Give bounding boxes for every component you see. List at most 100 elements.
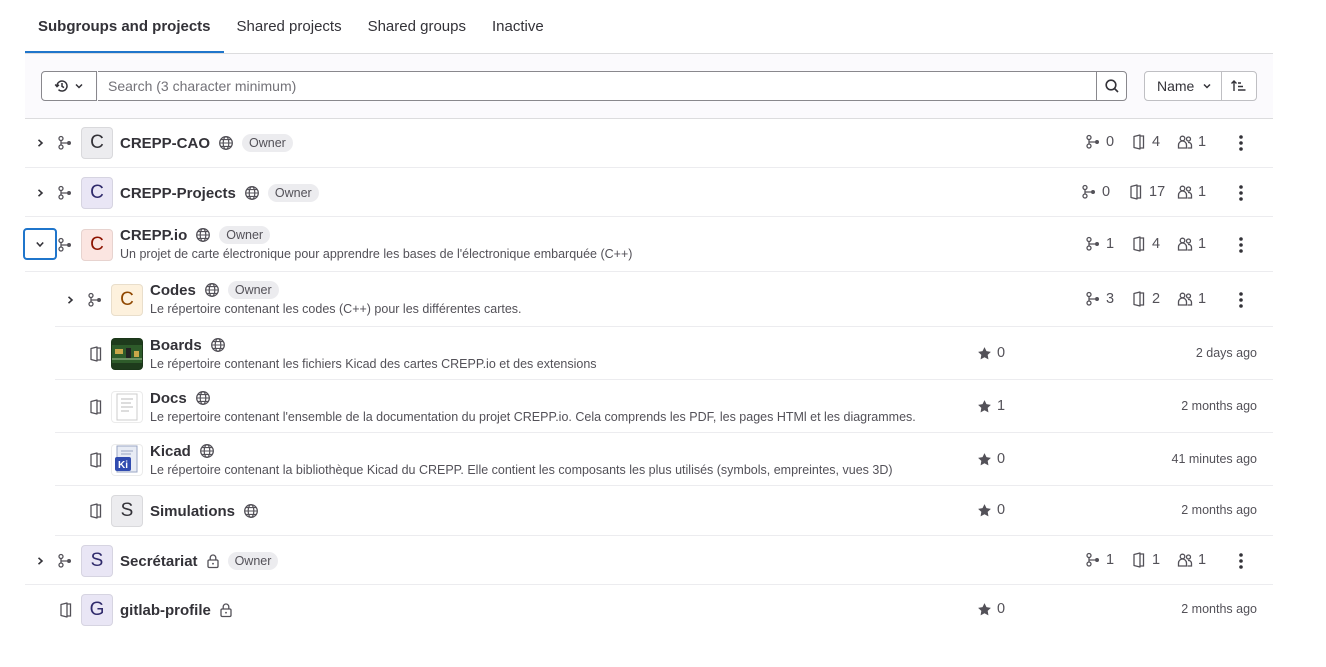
- chevron-right-icon: [35, 138, 45, 148]
- projects-count: 4: [1131, 134, 1160, 150]
- sort-dropdown[interactable]: Name: [1144, 71, 1222, 101]
- avatar[interactable]: S: [81, 545, 113, 577]
- group-row-secr-tariat: S Secrétariat Owner 1 1 1: [25, 536, 1273, 585]
- item-name-link[interactable]: Secrétariat: [120, 553, 198, 570]
- avatar[interactable]: Ki: [111, 444, 143, 476]
- star-count: 0: [977, 451, 1005, 467]
- avatar[interactable]: S: [111, 495, 143, 527]
- avatar[interactable]: [111, 338, 143, 370]
- chevron-down-icon: [1203, 83, 1211, 89]
- more-actions-button[interactable]: [1233, 235, 1249, 255]
- collapse-button[interactable]: [23, 228, 57, 260]
- avatar[interactable]: C: [111, 284, 143, 316]
- item-name-link[interactable]: Kicad: [150, 443, 191, 460]
- users-icon: [1177, 291, 1193, 307]
- avatar[interactable]: C: [81, 127, 113, 159]
- subgroups-count: 1: [1085, 236, 1114, 252]
- avatar[interactable]: C: [81, 177, 113, 209]
- sort-label: Name: [1157, 78, 1195, 94]
- avatar[interactable]: [111, 391, 143, 423]
- avatar-letter: G: [89, 599, 105, 620]
- tab-shared-projects[interactable]: Shared projects: [224, 0, 355, 53]
- expand-button[interactable]: [30, 133, 50, 153]
- expand-button[interactable]: [30, 551, 50, 571]
- expand-button[interactable]: [60, 290, 80, 310]
- group-icon: [87, 292, 103, 308]
- group-icon: [57, 135, 73, 151]
- project-row-gitlab-profile: Ggitlab-profile 0 2 months ago: [25, 585, 1273, 634]
- more-actions-button[interactable]: [1233, 551, 1249, 571]
- avatar-letter: C: [90, 182, 104, 203]
- expand-button[interactable]: [30, 183, 50, 203]
- star-count: 0: [977, 601, 1005, 617]
- recent-searches-button[interactable]: [41, 71, 97, 101]
- star-icon: [977, 503, 992, 518]
- projects-count: 17: [1128, 184, 1165, 200]
- tab-subgroups-and-projects[interactable]: Subgroups and projects: [25, 0, 224, 53]
- item-name-link[interactable]: CREPP-Projects: [120, 185, 236, 202]
- item-name-link[interactable]: Docs: [150, 390, 187, 407]
- item-description: Le répertoire contenant les codes (C++) …: [150, 302, 522, 316]
- globe-icon: [195, 390, 211, 406]
- search-button[interactable]: [1096, 71, 1127, 101]
- members-count: 1: [1177, 236, 1206, 252]
- more-actions-button[interactable]: [1233, 183, 1249, 203]
- members-count: 1: [1177, 291, 1206, 307]
- avatar-letter: C: [90, 234, 104, 255]
- item-name-container: CREPP-Projects Owner: [120, 182, 319, 204]
- search-input[interactable]: [98, 71, 1097, 101]
- group-row-crepp-projects: C CREPP-Projects Owner 0 17 1: [25, 168, 1273, 217]
- item-name-container: Secrétariat Owner: [120, 550, 279, 572]
- avatar[interactable]: G: [81, 594, 113, 626]
- item-description: Un projet de carte électronique pour app…: [120, 247, 633, 261]
- item-name-link[interactable]: Codes: [150, 282, 196, 299]
- project-icon: [1128, 184, 1144, 200]
- globe-icon: [210, 337, 226, 353]
- group-icon: [57, 553, 73, 569]
- chevron-down-icon: [75, 83, 83, 89]
- project-icon: [88, 503, 104, 519]
- projects-count: 1: [1131, 552, 1160, 568]
- project-icon: [1131, 134, 1147, 150]
- lock-icon: [206, 553, 220, 569]
- item-name-link[interactable]: gitlab-profile: [120, 602, 211, 619]
- projects-count: 4: [1131, 236, 1160, 252]
- item-name-link[interactable]: CREPP-CAO: [120, 135, 210, 152]
- project-row-boards: Boards Le répertoire contenant les fichie…: [55, 327, 1273, 380]
- avatar-letter: C: [120, 289, 134, 310]
- globe-icon: [243, 503, 259, 519]
- item-description: Le repertoire contenant l'ensemble de la…: [150, 410, 916, 424]
- project-icon: [58, 602, 74, 618]
- tab-inactive[interactable]: Inactive: [479, 0, 557, 53]
- kebab-menu-icon: [1239, 185, 1243, 201]
- item-name-container: CREPP-CAO Owner: [120, 132, 293, 154]
- lock-icon: [219, 602, 233, 618]
- item-name-link[interactable]: CREPP.io: [120, 227, 187, 244]
- tab-shared-groups[interactable]: Shared groups: [355, 0, 479, 53]
- updated-time: 2 days ago: [1195, 346, 1257, 360]
- subgroups-count: 0: [1085, 134, 1114, 150]
- group-icon: [57, 237, 73, 253]
- group-row-crepp-cao: C CREPP-CAO Owner 0 4 1: [25, 118, 1273, 168]
- globe-icon: [199, 443, 215, 459]
- subgroup-icon: [1085, 552, 1101, 568]
- more-actions-button[interactable]: [1233, 290, 1249, 310]
- subgroups-count: 1: [1085, 552, 1114, 568]
- more-actions-button[interactable]: [1233, 133, 1249, 153]
- subgroup-icon: [1085, 134, 1101, 150]
- sort-direction-button[interactable]: [1221, 71, 1257, 101]
- project-row-simulations: S Simulations 0 2 months ago: [55, 486, 1273, 536]
- globe-icon: [195, 227, 211, 243]
- role-badge: Owner: [242, 134, 293, 152]
- item-name-link[interactable]: Simulations: [150, 503, 235, 520]
- users-icon: [1177, 134, 1193, 150]
- item-name-container: Simulations: [150, 500, 259, 522]
- kebab-menu-icon: [1239, 553, 1243, 569]
- avatar[interactable]: C: [81, 229, 113, 261]
- users-icon: [1177, 184, 1193, 200]
- project-icon: [1131, 291, 1147, 307]
- project-row-docs: Docs Le repertoire contenant l'ensemble d…: [55, 380, 1273, 433]
- chevron-right-icon: [65, 295, 75, 305]
- subgroup-icon: [1085, 236, 1101, 252]
- item-name-link[interactable]: Boards: [150, 337, 202, 354]
